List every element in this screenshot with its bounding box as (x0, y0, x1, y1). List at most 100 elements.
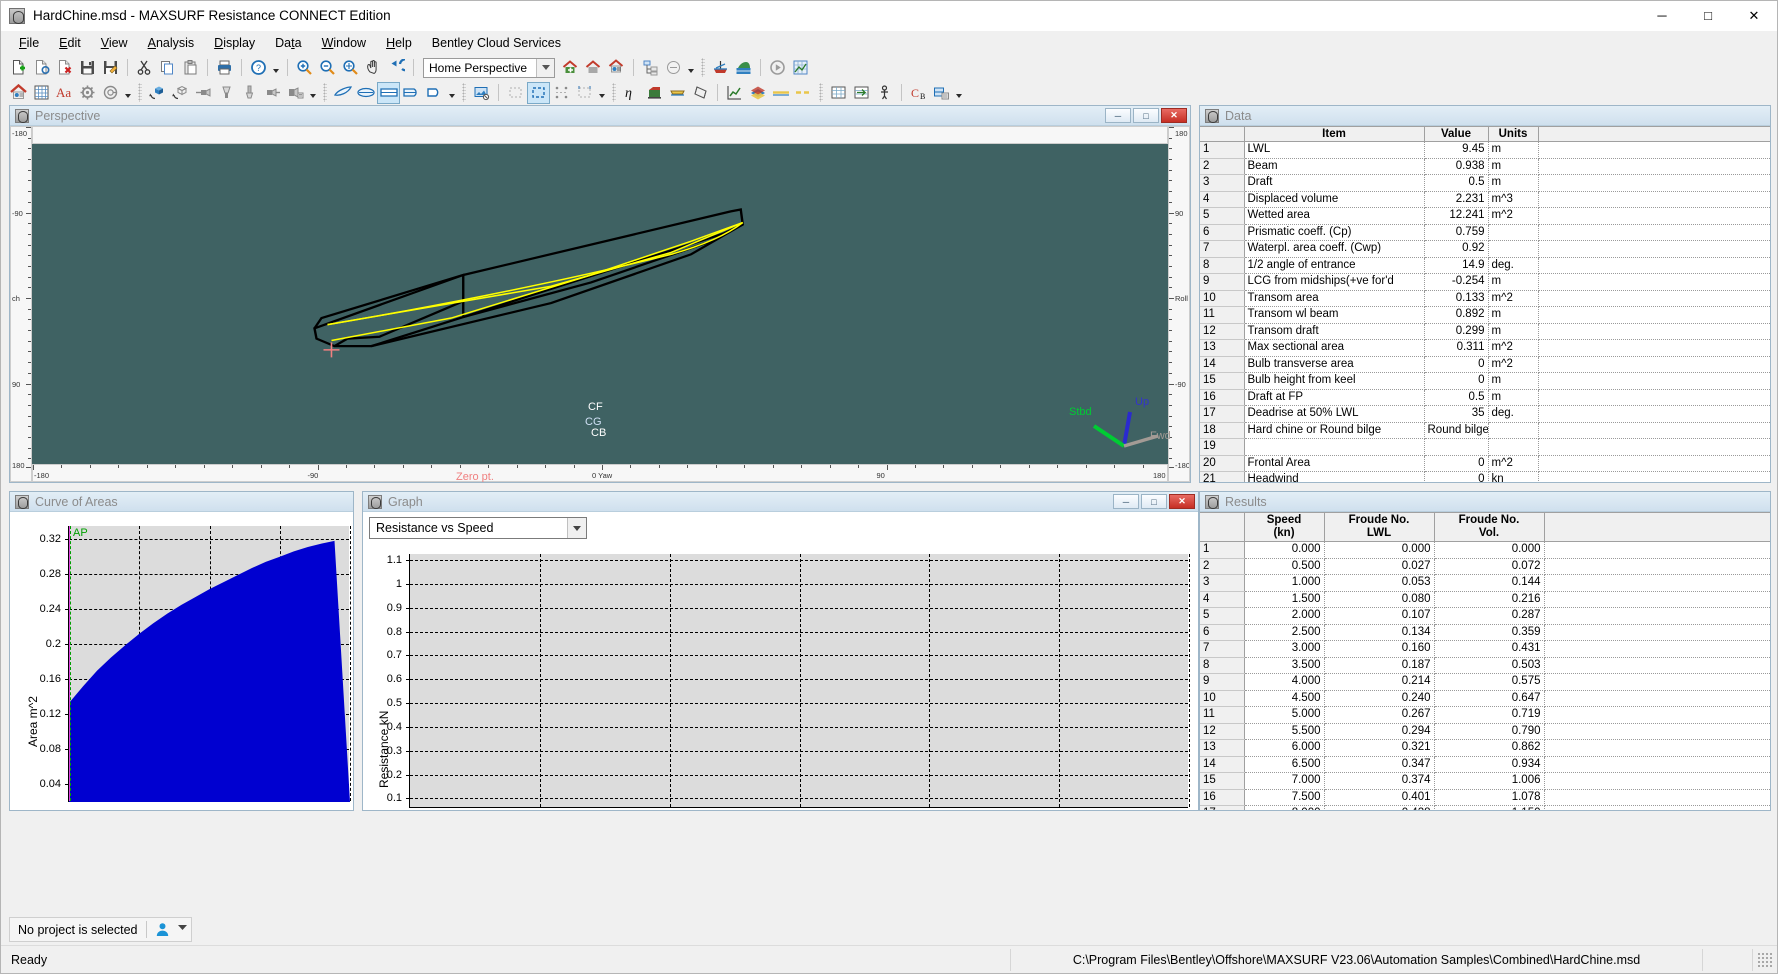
data-cell-value[interactable]: 0.892 (1424, 306, 1489, 324)
toolbar-grip[interactable] (462, 83, 466, 102)
table-row[interactable]: 17 Deadrise at 50% LWL 35 deg. (1200, 405, 1770, 423)
data-cell-rownum[interactable]: 17 (1200, 405, 1245, 423)
data-cell-value[interactable]: 35 (1424, 405, 1489, 423)
table-row[interactable]: 4 Displaced volume 2.231 m^3 (1200, 191, 1770, 208)
analysis-setup-icon[interactable] (732, 57, 755, 79)
results-cell-froude-lwl[interactable]: 0.240 (1324, 690, 1435, 707)
data-col-item[interactable]: Item (1244, 126, 1425, 142)
data-cell-rownum[interactable]: 9 (1200, 273, 1245, 291)
help-dropdown-arrow-icon[interactable] (270, 57, 282, 79)
home-view-add-icon[interactable] (559, 57, 582, 79)
data-cell-value[interactable]: 14.9 (1424, 257, 1489, 274)
menu-display[interactable]: Display (204, 33, 265, 53)
zoom-in-icon[interactable] (293, 57, 316, 79)
table-row[interactable]: 4 1.500 0.080 0.216 (1200, 591, 1770, 608)
arrow-table-icon[interactable] (850, 82, 873, 104)
chevron-down-icon[interactable] (567, 518, 586, 538)
chart-icon[interactable] (723, 82, 746, 104)
light-right-icon[interactable] (261, 82, 284, 104)
results-cell-speed[interactable]: 2.500 (1244, 624, 1325, 641)
results-cell-froude-vol[interactable]: 1.150 (1434, 805, 1545, 810)
table-row[interactable]: 1 0.000 0.000 0.000 (1200, 541, 1770, 559)
data-cell-value[interactable]: 0.299 (1424, 323, 1489, 340)
results-grid-wrap[interactable]: Speed (kn) Froude No. LWL Froude No. Vol… (1200, 512, 1770, 810)
data-cell-value[interactable]: 0.133 (1424, 290, 1489, 307)
data-cell-item[interactable]: Waterpl. area coeff. (Cwp) (1244, 240, 1425, 258)
data-cell-units[interactable]: kn (1488, 471, 1539, 482)
zoom-extents-icon[interactable] (339, 57, 362, 79)
data-cell-value[interactable]: 0 (1424, 471, 1489, 482)
results-cell-speed[interactable]: 5.500 (1244, 723, 1325, 740)
font-icon[interactable]: Aa (53, 82, 76, 104)
data-cell-rownum[interactable]: 1 (1200, 141, 1245, 159)
hull-view-5-icon[interactable] (423, 82, 446, 104)
data-cell-item[interactable]: LWL (1244, 141, 1425, 159)
cb-settings-icon[interactable] (930, 82, 953, 104)
resize-grip-icon[interactable] (1757, 951, 1773, 968)
batch-icon[interactable] (789, 57, 812, 79)
paste-icon[interactable] (179, 57, 202, 79)
results-cell-froude-lwl[interactable]: 0.000 (1324, 541, 1435, 559)
data-cell-units[interactable]: m^2 (1488, 207, 1539, 225)
results-cell-rownum[interactable]: 2 (1200, 558, 1245, 575)
data-cell-item[interactable]: Wetted area (1244, 207, 1425, 225)
results-cell-rownum[interactable]: 14 (1200, 756, 1245, 773)
open-file-icon[interactable] (30, 57, 53, 79)
data-cell-value[interactable]: 0 (1424, 455, 1489, 472)
results-col-rownum[interactable] (1200, 512, 1245, 542)
data-cell-value[interactable]: 0.92 (1424, 240, 1489, 258)
user-account-icon[interactable] (155, 922, 170, 937)
toolbar-grip[interactable] (612, 83, 616, 102)
data-grid[interactable]: Item Value Units 1 LWL 9.45 m 2 Beam 0.938 m 3 Dr… (1200, 126, 1770, 482)
results-cell-speed[interactable]: 8.000 (1244, 805, 1325, 810)
data-cell-units[interactable]: m^2 (1488, 356, 1539, 373)
data-cell-rownum[interactable]: 18 (1200, 422, 1245, 439)
data-cell-units[interactable] (1488, 224, 1539, 241)
menu-data[interactable]: Data (265, 33, 311, 53)
data-cell-item[interactable]: Displaced volume (1244, 191, 1425, 208)
data-cell-rownum[interactable]: 12 (1200, 323, 1245, 340)
tree-view-icon[interactable] (639, 57, 662, 79)
menu-edit[interactable]: Edit (49, 33, 91, 53)
data-cell-item[interactable]: Transom area (1244, 290, 1425, 307)
results-col-froude-lwl[interactable]: Froude No. LWL (1324, 512, 1435, 542)
toolbar-grip[interactable] (819, 83, 823, 102)
results-cell-speed[interactable]: 7.000 (1244, 772, 1325, 790)
table-row[interactable]: 12 Transom draft 0.299 m (1200, 323, 1770, 340)
play-icon[interactable] (766, 57, 789, 79)
data-cell-value[interactable]: 0.5 (1424, 174, 1489, 192)
table-icon[interactable] (827, 82, 850, 104)
menu-help[interactable]: Help (376, 33, 422, 53)
results-cell-froude-vol[interactable]: 0.503 (1434, 657, 1545, 674)
data-cell-item[interactable]: Draft at FP (1244, 389, 1425, 406)
results-cell-speed[interactable]: 2.000 (1244, 607, 1325, 625)
data-cell-item[interactable]: Hard chine or Round bilge (1244, 422, 1425, 439)
results-cell-froude-vol[interactable]: 1.078 (1434, 789, 1545, 806)
curve-plot-area[interactable]: AP (65, 526, 351, 802)
results-cell-froude-lwl[interactable]: 0.053 (1324, 574, 1435, 592)
perspective-3d-canvas[interactable]: CF CG CB Zero pt. Up Stbd Fwd (32, 144, 1171, 482)
table-row[interactable]: 11 Transom wl beam 0.892 m (1200, 306, 1770, 324)
table-row[interactable]: 178.0000.4281.150 (1200, 805, 1770, 810)
results-cell-rownum[interactable]: 11 (1200, 706, 1245, 724)
table-row[interactable]: 7 3.000 0.160 0.431 (1200, 640, 1770, 658)
data-cell-item[interactable]: Headwind (1244, 471, 1425, 482)
graph-close-button[interactable]: ✕ (1169, 494, 1195, 509)
table-row[interactable]: 11 5.000 0.267 0.719 (1200, 706, 1770, 724)
results-cell-froude-vol[interactable]: 0.144 (1434, 574, 1545, 592)
table-row[interactable]: 9 LCG from midships(+ve for'd -0.254 m (1200, 273, 1770, 291)
table-row[interactable]: 14 6.500 0.347 0.934 (1200, 756, 1770, 773)
table-row[interactable]: 14 Bulb transverse area 0 m^2 (1200, 356, 1770, 373)
ruler-bottom[interactable]: -180 -90 0 Yaw 90 180 (32, 464, 1168, 482)
new-file-icon[interactable] (7, 57, 30, 79)
table-row[interactable]: 6 2.500 0.134 0.359 (1200, 624, 1770, 641)
data-cell-item[interactable]: Transom wl beam (1244, 306, 1425, 324)
data-cell-rownum[interactable]: 11 (1200, 306, 1245, 324)
table-row[interactable]: 10 Transom area 0.133 m^2 (1200, 290, 1770, 307)
data-cell-rownum[interactable]: 7 (1200, 240, 1245, 258)
results-col-speed[interactable]: Speed (kn) (1244, 512, 1325, 542)
resistance-vs-speed-chart[interactable]: 0.1 0.2 0.3 0.4 0.5 0.6 0.7 0.8 0.9 1 1.1 Resistanc… (363, 544, 1198, 810)
results-cell-froude-vol[interactable]: 0.216 (1434, 591, 1545, 608)
light-left-icon[interactable] (192, 82, 215, 104)
perspective-maximize-button[interactable]: □ (1133, 108, 1159, 123)
